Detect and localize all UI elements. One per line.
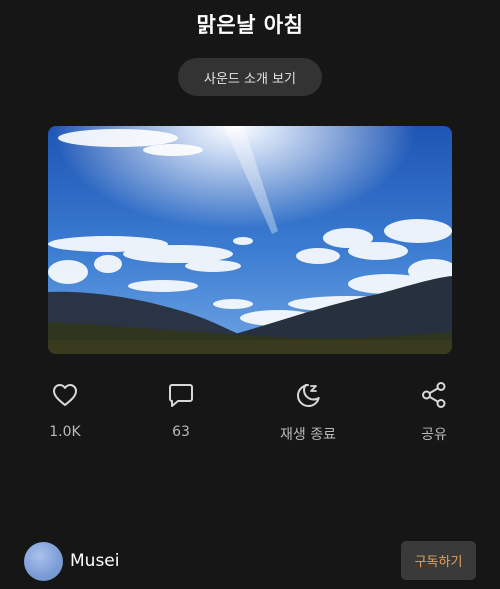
speech-bubble-icon xyxy=(166,380,196,410)
sleep-timer-label: 재생 종료 xyxy=(280,427,336,443)
cover-image xyxy=(48,126,452,354)
share-button[interactable]: 공유 xyxy=(384,380,484,448)
share-icon xyxy=(419,380,449,410)
moon-zz-icon xyxy=(293,380,323,410)
share-label: 공유 xyxy=(421,427,447,443)
comment-button[interactable]: 63 xyxy=(131,380,231,448)
avatar[interactable] xyxy=(24,542,63,581)
heart-icon xyxy=(50,380,80,410)
creator-name[interactable]: Musei xyxy=(70,551,119,571)
page-title: 맑은날 아침 xyxy=(196,13,304,37)
subscribe-button[interactable]: 구독하기 xyxy=(401,541,476,580)
sleep-timer-button[interactable]: 재생 종료 xyxy=(258,380,358,448)
sound-intro-button[interactable]: 사운드 소개 보기 xyxy=(178,58,322,96)
like-button[interactable]: 1.0K xyxy=(15,380,115,448)
like-count: 1.0K xyxy=(49,424,81,440)
comment-count: 63 xyxy=(172,424,190,440)
landscape-image xyxy=(48,126,452,354)
